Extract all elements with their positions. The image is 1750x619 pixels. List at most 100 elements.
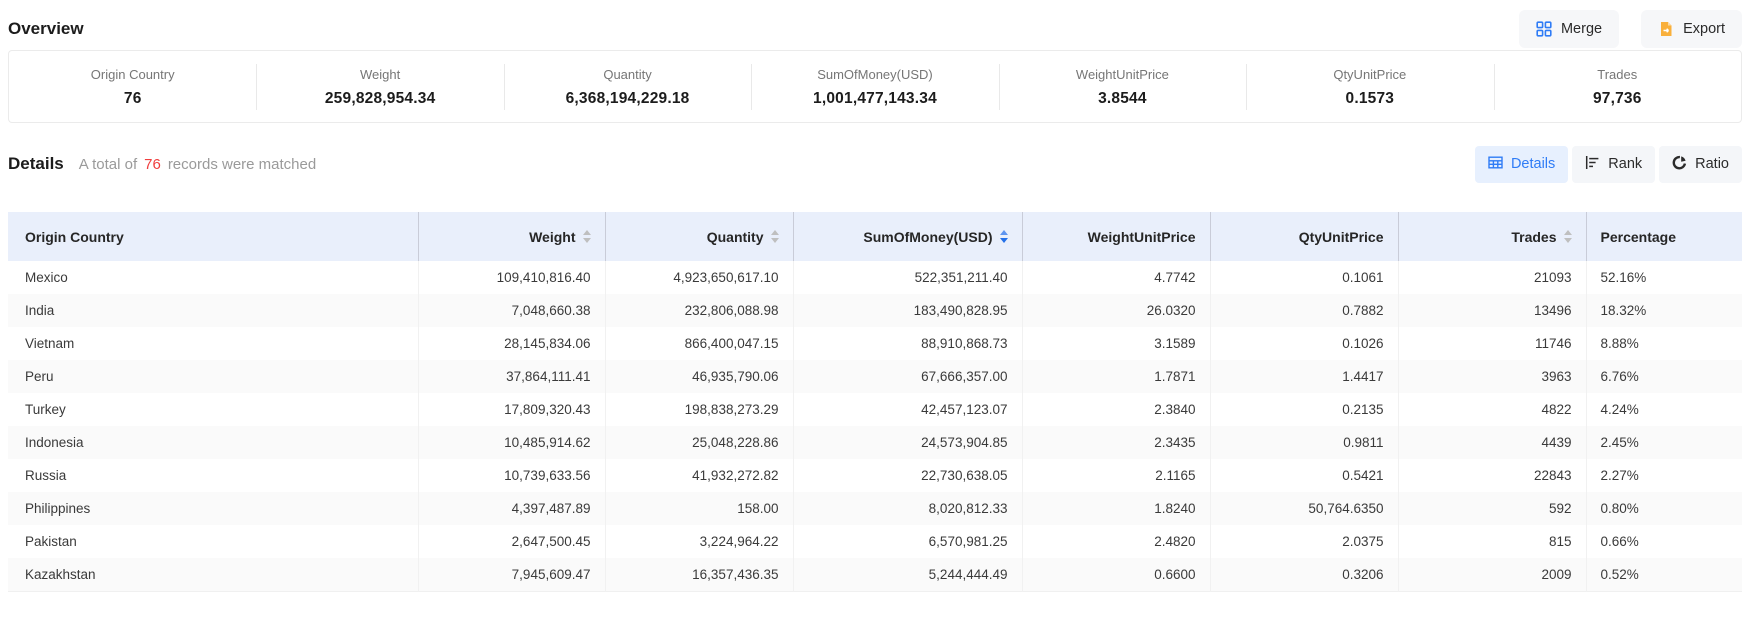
stat-label: Quantity: [504, 67, 751, 82]
cell-quantity: 25,048,228.86: [605, 426, 793, 459]
table-row: Vietnam 28,145,834.06 866,400,047.15 88,…: [8, 327, 1742, 360]
cell-country: Vietnam: [8, 327, 418, 360]
cell-country: Peru: [8, 360, 418, 393]
cell-weight-unit-price: 2.3840: [1022, 393, 1210, 426]
cell-percentage: 4.24%: [1586, 393, 1742, 426]
stat-value: 1,001,477,143.34: [751, 90, 998, 108]
cell-country: Turkey: [8, 393, 418, 426]
cell-qty-unit-price: 0.1061: [1210, 261, 1398, 294]
cell-percentage: 0.80%: [1586, 492, 1742, 525]
stat-value: 0.1573: [1246, 90, 1493, 108]
cell-weight-unit-price: 2.1165: [1022, 459, 1210, 492]
table-row: Indonesia 10,485,914.62 25,048,228.86 24…: [8, 426, 1742, 459]
stat-label: Trades: [1494, 67, 1741, 82]
cell-sum-of-money: 42,457,123.07: [793, 393, 1022, 426]
export-button[interactable]: Export: [1641, 10, 1742, 48]
cell-country: Pakistan: [8, 525, 418, 558]
cell-sum-of-money: 24,573,904.85: [793, 426, 1022, 459]
cell-trades: 22843: [1398, 459, 1586, 492]
stat-value: 6,368,194,229.18: [504, 90, 751, 108]
stat-label: Weight: [256, 67, 503, 82]
tab-rank[interactable]: Rank: [1572, 146, 1655, 183]
cell-percentage: 0.66%: [1586, 525, 1742, 558]
cell-percentage: 2.45%: [1586, 426, 1742, 459]
cell-trades: 21093: [1398, 261, 1586, 294]
cell-qty-unit-price: 2.0375: [1210, 525, 1398, 558]
table-row: Turkey 17,809,320.43 198,838,273.29 42,4…: [8, 393, 1742, 426]
cell-quantity: 3,224,964.22: [605, 525, 793, 558]
cell-qty-unit-price: 0.5421: [1210, 459, 1398, 492]
cell-quantity: 4,923,650,617.10: [605, 261, 793, 294]
cell-weight: 17,809,320.43: [418, 393, 605, 426]
column-header-qty-unit-price: QtyUnitPrice: [1210, 212, 1398, 261]
column-label: QtyUnitPrice: [1299, 229, 1384, 245]
tab-ratio[interactable]: Ratio: [1659, 146, 1742, 183]
pie-chart-icon: [1672, 155, 1687, 174]
cell-weight: 28,145,834.06: [418, 327, 605, 360]
column-header-weight-unit-price: WeightUnitPrice: [1022, 212, 1210, 261]
cell-sum-of-money: 6,570,981.25: [793, 525, 1022, 558]
tab-details[interactable]: Details: [1475, 146, 1568, 183]
cell-percentage: 52.16%: [1586, 261, 1742, 294]
cell-sum-of-money: 88,910,868.73: [793, 327, 1022, 360]
stat-qty-unit-price: QtyUnitPrice 0.1573: [1246, 65, 1493, 108]
stat-value: 97,736: [1494, 90, 1741, 108]
matched-count: 76: [144, 156, 161, 173]
table-row: Kazakhstan 7,945,609.47 16,357,436.35 5,…: [8, 558, 1742, 591]
cell-qty-unit-price: 0.1026: [1210, 327, 1398, 360]
cell-weight-unit-price: 1.8240: [1022, 492, 1210, 525]
cell-country: Philippines: [8, 492, 418, 525]
cell-qty-unit-price: 0.3206: [1210, 558, 1398, 591]
column-header-weight[interactable]: Weight: [418, 212, 605, 261]
cell-weight-unit-price: 2.4820: [1022, 525, 1210, 558]
column-label: Trades: [1511, 229, 1556, 245]
cell-trades: 4439: [1398, 426, 1586, 459]
table-body: Mexico 109,410,816.40 4,923,650,617.10 5…: [8, 261, 1742, 591]
table-icon: [1488, 155, 1503, 174]
stat-label: Origin Country: [9, 67, 256, 82]
cell-weight: 4,397,487.89: [418, 492, 605, 525]
cell-qty-unit-price: 0.7882: [1210, 294, 1398, 327]
merge-button-label: Merge: [1561, 21, 1602, 37]
overview-actions: Merge Export: [1519, 10, 1742, 48]
stat-quantity: Quantity 6,368,194,229.18: [504, 65, 751, 108]
cell-sum-of-money: 67,666,357.00: [793, 360, 1022, 393]
column-label: Quantity: [707, 229, 764, 245]
column-label: SumOfMoney(USD): [863, 229, 992, 245]
cell-weight: 10,739,633.56: [418, 459, 605, 492]
cell-sum-of-money: 183,490,828.95: [793, 294, 1022, 327]
stat-weight: Weight 259,828,954.34: [256, 65, 503, 108]
merge-icon: [1536, 21, 1552, 37]
cell-sum-of-money: 5,244,444.49: [793, 558, 1022, 591]
bar-list-icon: [1585, 155, 1600, 174]
cell-weight: 2,647,500.45: [418, 525, 605, 558]
cell-quantity: 46,935,790.06: [605, 360, 793, 393]
column-label: Origin Country: [25, 229, 124, 245]
sort-icon: [771, 230, 779, 243]
cell-sum-of-money: 522,351,211.40: [793, 261, 1022, 294]
stat-value: 3.8544: [999, 90, 1246, 108]
export-button-label: Export: [1683, 21, 1725, 37]
cell-trades: 11746: [1398, 327, 1586, 360]
stat-sum-of-money: SumOfMoney(USD) 1,001,477,143.34: [751, 65, 998, 108]
matched-prefix: A total of: [79, 156, 137, 173]
merge-button[interactable]: Merge: [1519, 10, 1619, 48]
column-header-sum-of-money[interactable]: SumOfMoney(USD): [793, 212, 1022, 261]
table-row: Peru 37,864,111.41 46,935,790.06 67,666,…: [8, 360, 1742, 393]
cell-weight: 109,410,816.40: [418, 261, 605, 294]
tab-details-label: Details: [1511, 156, 1555, 172]
stat-value: 76: [9, 90, 256, 108]
cell-weight-unit-price: 26.0320: [1022, 294, 1210, 327]
column-header-trades[interactable]: Trades: [1398, 212, 1586, 261]
column-label: Weight: [529, 229, 575, 245]
cell-trades: 4822: [1398, 393, 1586, 426]
column-header-quantity[interactable]: Quantity: [605, 212, 793, 261]
cell-qty-unit-price: 0.2135: [1210, 393, 1398, 426]
cell-country: Mexico: [8, 261, 418, 294]
cell-trades: 815: [1398, 525, 1586, 558]
cell-trades: 592: [1398, 492, 1586, 525]
cell-quantity: 198,838,273.29: [605, 393, 793, 426]
cell-country: Russia: [8, 459, 418, 492]
table-row: India 7,048,660.38 232,806,088.98 183,49…: [8, 294, 1742, 327]
stat-label: SumOfMoney(USD): [751, 67, 998, 82]
